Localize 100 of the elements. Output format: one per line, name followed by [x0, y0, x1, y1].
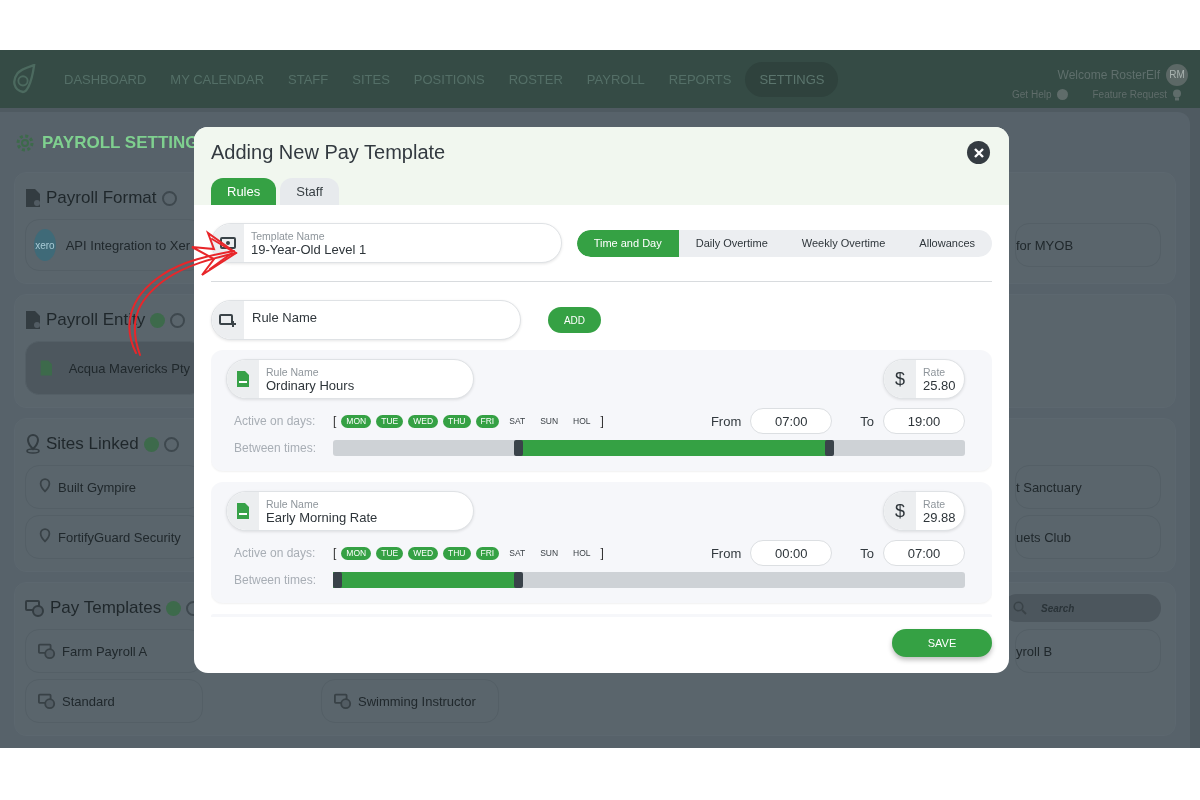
xero-logo: xero	[34, 229, 56, 261]
list-item[interactable]: t Sanctuary	[1015, 465, 1161, 509]
help-icon	[1056, 89, 1068, 100]
tab[interactable]: Rules	[211, 178, 277, 205]
rule-name-field[interactable]: Rule Name Ordinary Hours	[226, 359, 474, 399]
slider-handle[interactable]	[513, 572, 523, 588]
document-icon	[25, 188, 41, 208]
list-item[interactable]: uets Club	[1015, 515, 1161, 559]
item-label: Farm Payroll A	[62, 643, 148, 659]
list-item[interactable]: for MYOB	[1015, 223, 1161, 267]
rate-field[interactable]: $ Rate 29.88	[883, 491, 965, 531]
save-button[interactable]: SAVE	[892, 629, 992, 657]
bracket: [	[333, 414, 337, 428]
list-item[interactable]: Swimming Instructor	[321, 679, 499, 723]
day-toggle[interactable]: WED	[408, 414, 439, 428]
money-clock-icon	[38, 692, 56, 710]
help-icon[interactable]	[161, 190, 177, 206]
csv-file-icon	[236, 502, 250, 520]
mode-option[interactable]: Daily Overtime	[678, 229, 785, 257]
days-label: Active on days:	[234, 546, 317, 560]
logo-icon[interactable]	[10, 64, 36, 94]
item-label: for MYOB	[1016, 237, 1074, 253]
field-value: 29.88	[923, 509, 956, 525]
day-toggle[interactable]: THU	[443, 414, 471, 428]
tab[interactable]: Staff	[280, 178, 339, 205]
location-pin-icon	[25, 434, 41, 454]
bracket: [	[333, 546, 337, 560]
section-title: Payroll Format	[46, 188, 157, 208]
day-toggle[interactable]: HOL	[568, 546, 596, 560]
rate-field[interactable]: $ Rate 25.80	[883, 359, 965, 399]
money-clock-icon	[25, 598, 45, 618]
day-toggle[interactable]: TUE	[376, 414, 404, 428]
currency-symbol: $	[884, 360, 916, 398]
day-toggle[interactable]: TUE	[376, 546, 404, 560]
to-label: To	[860, 413, 874, 429]
from-time-field[interactable]: 00:00	[750, 540, 833, 566]
to-time-field[interactable]: 19:00	[883, 408, 965, 434]
days-label: Active on days:	[234, 414, 317, 428]
close-button[interactable]	[967, 141, 990, 164]
from-time-field[interactable]: 07:00	[750, 408, 833, 434]
between-label: Between times:	[234, 441, 318, 455]
field-value: Ordinary Hours	[266, 377, 355, 393]
between-label: Between times:	[234, 573, 318, 587]
day-toggle[interactable]: MON	[341, 414, 372, 428]
slider-handle[interactable]	[513, 440, 523, 456]
day-toggle[interactable]: SAT	[504, 414, 531, 428]
mode-option[interactable]: Allowances	[902, 229, 992, 257]
day-toggle[interactable]: MON	[341, 546, 372, 560]
day-toggle[interactable]: SAT	[504, 546, 531, 560]
field-value: Early Morning Rate	[266, 509, 378, 525]
field-value: 19-Year-Old Level 1	[251, 241, 367, 257]
day-toggle[interactable]: WED	[408, 546, 439, 560]
list-item[interactable]: Standard	[25, 679, 203, 723]
add-button[interactable]: ADD	[548, 307, 601, 333]
list-item[interactable]: yroll B	[1015, 629, 1161, 673]
field-value: 25.80	[923, 377, 956, 393]
item-label: Standard	[62, 693, 115, 709]
slider-handle[interactable]	[825, 440, 835, 456]
rule-name-field[interactable]: Rule Name Early Morning Rate	[226, 491, 474, 531]
bracket: ]	[600, 546, 604, 560]
settings-icon	[14, 132, 36, 154]
item-label: Built Gympire	[58, 479, 137, 495]
field-label: Rate	[923, 497, 947, 510]
currency-symbol: $	[884, 492, 916, 530]
item-label: yroll B	[1016, 643, 1053, 659]
help-icon[interactable]	[170, 312, 186, 328]
day-toggle[interactable]: FRI	[475, 546, 500, 560]
field-label: Rule Name	[266, 497, 320, 510]
item-label: FortifyGuard Security	[58, 529, 181, 545]
day-toggle[interactable]: THU	[443, 546, 471, 560]
to-time-field[interactable]: 07:00	[883, 540, 965, 566]
close-icon	[972, 146, 985, 159]
slider-handle[interactable]	[333, 572, 342, 588]
avatar[interactable]: RM	[1166, 63, 1188, 86]
field-label: Template Name	[251, 229, 326, 242]
bracket: ]	[600, 414, 604, 428]
from-label: From	[710, 413, 742, 429]
document-icon	[25, 310, 41, 330]
day-toggle[interactable]: HOL	[568, 414, 596, 428]
money-icon	[220, 237, 236, 249]
time-range-slider[interactable]	[333, 572, 965, 588]
mode-option[interactable]: Time and Day	[576, 229, 679, 257]
item-label: uets Club	[1016, 529, 1071, 545]
money-clock-icon	[334, 692, 352, 710]
time-range-slider[interactable]	[333, 440, 965, 456]
day-toggle[interactable]: SUN	[535, 414, 564, 428]
day-toggle[interactable]: SUN	[535, 546, 564, 560]
money-add-icon	[219, 313, 237, 327]
csv-file-icon	[236, 370, 250, 388]
item-label: t Sanctuary	[1016, 479, 1082, 495]
day-toggle[interactable]: FRI	[475, 414, 500, 428]
mode-option[interactable]: Weekly Overtime	[784, 229, 903, 257]
template-name-field[interactable]: Template Name 19-Year-Old Level 1	[211, 223, 562, 263]
field-label: Rate	[923, 365, 947, 378]
to-label: To	[860, 545, 874, 561]
help-icon[interactable]	[163, 436, 179, 452]
from-label: From	[710, 545, 742, 561]
rule-name-placeholder: Rule Name	[251, 309, 318, 325]
rule-name-field[interactable]: Rule Name	[211, 300, 521, 340]
dialog-title: Adding New Pay Template	[211, 141, 446, 164]
